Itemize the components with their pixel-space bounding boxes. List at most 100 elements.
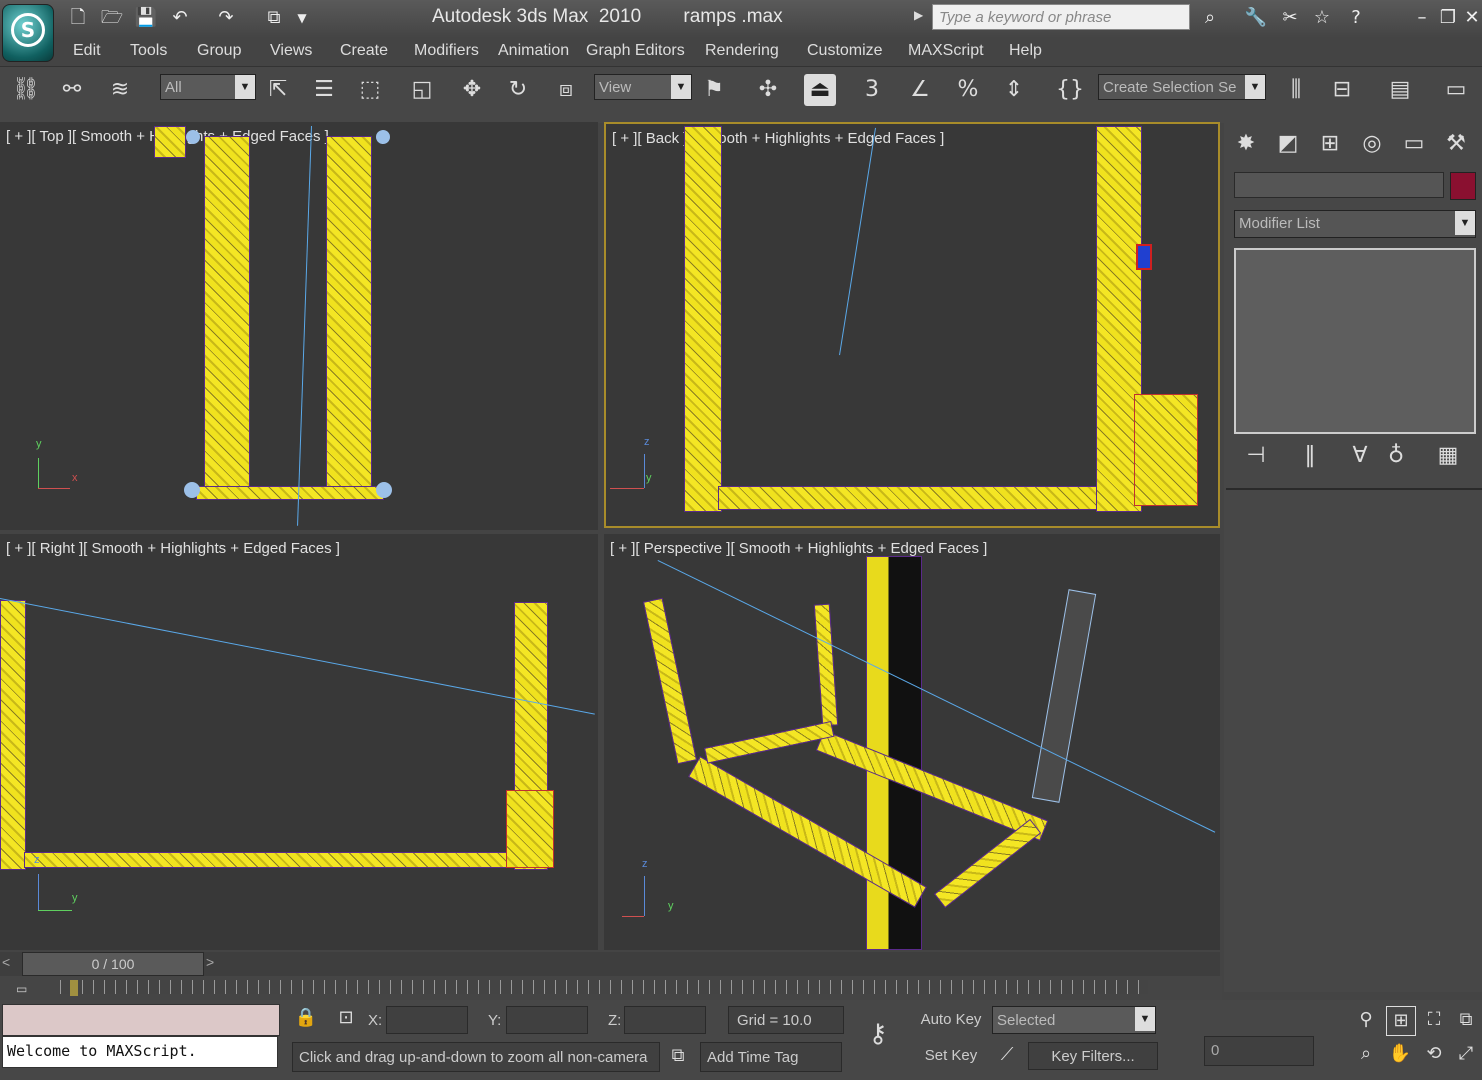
new-file-icon[interactable]: 🗋 xyxy=(66,5,90,31)
unlink-icon[interactable]: ⚯ xyxy=(56,74,88,106)
project-folder-icon[interactable]: ⧉ xyxy=(262,5,286,31)
pan-view-hand-icon[interactable]: ✋ xyxy=(1386,1040,1414,1068)
pivot-center-icon[interactable]: ⚑ xyxy=(698,74,730,106)
select-object-icon[interactable]: ⇱ xyxy=(262,74,294,106)
zoom-extents-all-icon[interactable]: ⧉ xyxy=(1452,1006,1480,1034)
select-and-link-icon[interactable]: ⛓ xyxy=(10,74,42,106)
remove-modifier-icon[interactable]: ♁ xyxy=(1380,440,1412,472)
keyboard-shortcut-override-icon[interactable]: ⏏ xyxy=(804,74,836,106)
maxscript-listener-input[interactable] xyxy=(2,1004,280,1036)
key-filters-button[interactable]: Key Filters... xyxy=(1028,1042,1158,1070)
menu-graph-editors[interactable]: Graph Editors xyxy=(586,42,685,60)
previous-frame-button[interactable]: < xyxy=(2,954,20,974)
window-crossing-icon[interactable]: ◱ xyxy=(406,74,438,106)
communication-center-icon[interactable]: ✂ xyxy=(1278,5,1302,31)
hierarchy-tab-icon[interactable]: ⊞ xyxy=(1314,128,1346,160)
set-key-button[interactable]: Set Key xyxy=(916,1042,986,1070)
menu-modifiers[interactable]: Modifiers xyxy=(414,42,479,60)
menu-edit[interactable]: Edit xyxy=(73,42,101,60)
spinner-snap-icon[interactable]: ⇕ xyxy=(998,74,1030,106)
zoom-icon[interactable]: ⚲ xyxy=(1352,1006,1380,1034)
open-file-icon[interactable]: 🗁 xyxy=(100,5,124,31)
isolate-selection-icon[interactable]: ⧉ xyxy=(664,1042,692,1070)
x-coordinate-input[interactable] xyxy=(386,1006,468,1034)
menu-animation[interactable]: Animation xyxy=(498,42,569,60)
layer-manager-icon[interactable]: ▤ xyxy=(1384,74,1416,106)
help-icon[interactable]: ? xyxy=(1344,5,1368,31)
viewport-top[interactable]: [ + ][ Top ][ Smooth + Highlights + Edge… xyxy=(0,122,598,530)
reference-coordinate-dropdown[interactable]: View ▼ xyxy=(594,74,692,100)
open-mini-curve-editor-icon[interactable]: ▭ xyxy=(16,982,42,996)
snaps-toggle-icon[interactable]: 3 xyxy=(856,74,888,106)
default-tangent-icon[interactable]: ⟋ xyxy=(992,1040,1022,1070)
undo-icon[interactable]: ↶ xyxy=(168,5,192,31)
add-time-tag-button[interactable]: Add Time Tag xyxy=(700,1042,842,1072)
select-and-rotate-icon[interactable]: ↻ xyxy=(502,74,534,106)
redo-icon[interactable]: ↷ xyxy=(214,5,238,31)
favorites-star-icon[interactable]: ☆ xyxy=(1310,5,1334,31)
align-icon[interactable]: ⊟ xyxy=(1326,74,1358,106)
modifier-stack[interactable] xyxy=(1234,248,1476,434)
y-coordinate-input[interactable] xyxy=(506,1006,588,1034)
create-tab-icon[interactable]: ✸ xyxy=(1230,128,1262,160)
viewport-label-perspective[interactable]: [ + ][ Perspective ][ Smooth + Highlight… xyxy=(610,540,987,557)
graphite-ribbon-icon[interactable]: ▭ xyxy=(1440,74,1472,106)
modify-tab-icon[interactable]: ◩ xyxy=(1272,128,1304,160)
bind-space-warp-icon[interactable]: ≋ xyxy=(104,74,136,106)
motion-tab-icon[interactable]: ◎ xyxy=(1356,128,1388,160)
restore-window-icon[interactable]: ❐ xyxy=(1436,5,1460,31)
mirror-icon[interactable]: ⫼ xyxy=(1280,74,1312,106)
viewport-right[interactable]: [ + ][ Right ][ Smooth + Highlights + Ed… xyxy=(0,534,598,950)
viewport-label-right[interactable]: [ + ][ Right ][ Smooth + Highlights + Ed… xyxy=(6,540,340,557)
search-expand-icon[interactable]: ▶ xyxy=(914,8,923,22)
subscription-tools-icon[interactable]: 🔧 xyxy=(1244,5,1268,31)
close-window-icon[interactable]: ✕ xyxy=(1460,5,1482,31)
select-and-move-icon[interactable]: ✥ xyxy=(456,74,488,106)
edit-named-selection-icon[interactable]: {} xyxy=(1054,74,1086,106)
viewport-perspective[interactable]: [ + ][ Perspective ][ Smooth + Highlight… xyxy=(604,534,1220,950)
make-unique-icon[interactable]: ∀ xyxy=(1344,440,1376,472)
select-and-scale-icon[interactable]: ⧈ xyxy=(550,74,582,106)
menu-views[interactable]: Views xyxy=(270,42,312,60)
absolute-mode-icon[interactable]: ⊡ xyxy=(332,1004,360,1032)
angle-snap-icon[interactable]: ∠ xyxy=(904,74,936,106)
manipulate-icon[interactable]: ✣ xyxy=(752,74,784,106)
auto-key-button[interactable]: Auto Key xyxy=(916,1006,986,1034)
display-tab-icon[interactable]: ▭ xyxy=(1398,128,1430,160)
modifier-list-dropdown[interactable]: Modifier List ▼ xyxy=(1234,210,1476,238)
rectangular-selection-icon[interactable]: ⬚ xyxy=(354,74,386,106)
field-of-view-icon[interactable]: ⌕ xyxy=(1352,1040,1380,1068)
minimize-window-icon[interactable]: – xyxy=(1410,5,1434,31)
zoom-extents-icon[interactable]: ⛶ xyxy=(1420,1006,1448,1034)
configure-modifier-sets-icon[interactable]: ▦ xyxy=(1432,440,1464,472)
save-icon[interactable]: 💾 xyxy=(134,5,158,31)
show-end-result-icon[interactable]: ‖ xyxy=(1294,440,1326,472)
binoculars-icon[interactable]: ⌕ xyxy=(1198,5,1222,31)
current-frame-spinner[interactable]: 0 xyxy=(1204,1036,1314,1066)
zoom-all-icon[interactable]: ⊞ xyxy=(1386,1006,1416,1036)
set-keys-key-icon[interactable]: ⚷ xyxy=(856,1014,900,1054)
menu-customize[interactable]: Customize xyxy=(807,42,883,60)
next-frame-button[interactable]: > xyxy=(206,954,224,974)
lock-selection-icon[interactable]: 🔒 xyxy=(292,1004,320,1032)
menu-maxscript[interactable]: MAXScript xyxy=(908,42,984,60)
search-input[interactable]: Type a keyword or phrase xyxy=(932,4,1190,30)
menu-create[interactable]: Create xyxy=(340,42,388,60)
viewport-back[interactable]: [ + ][ Back ][ Smooth + Highlights + Edg… xyxy=(604,122,1220,528)
select-by-name-icon[interactable]: ☰ xyxy=(308,74,340,106)
pin-stack-icon[interactable]: ⊣ xyxy=(1240,440,1272,472)
quick-access-dropdown-icon[interactable]: ▼ xyxy=(290,5,314,31)
viewport-label-back[interactable]: [ + ][ Back ][ Smooth + Highlights + Edg… xyxy=(612,130,944,147)
maximize-viewport-icon[interactable]: ⤢ xyxy=(1452,1040,1480,1068)
percent-snap-icon[interactable]: % xyxy=(952,74,984,106)
maxscript-output[interactable]: Welcome to MAXScript. xyxy=(2,1036,278,1068)
object-name-input[interactable] xyxy=(1234,172,1444,198)
menu-tools[interactable]: Tools xyxy=(130,42,167,60)
object-color-swatch[interactable] xyxy=(1450,172,1476,200)
key-mode-selected-dropdown[interactable]: Selected ▼ xyxy=(992,1006,1156,1034)
menu-group[interactable]: Group xyxy=(197,42,241,60)
time-slider[interactable]: 0 / 100 xyxy=(22,952,204,976)
named-selection-sets-dropdown[interactable]: Create Selection Se ▼ xyxy=(1098,74,1266,100)
z-coordinate-input[interactable] xyxy=(624,1006,706,1034)
menu-help[interactable]: Help xyxy=(1009,42,1042,60)
